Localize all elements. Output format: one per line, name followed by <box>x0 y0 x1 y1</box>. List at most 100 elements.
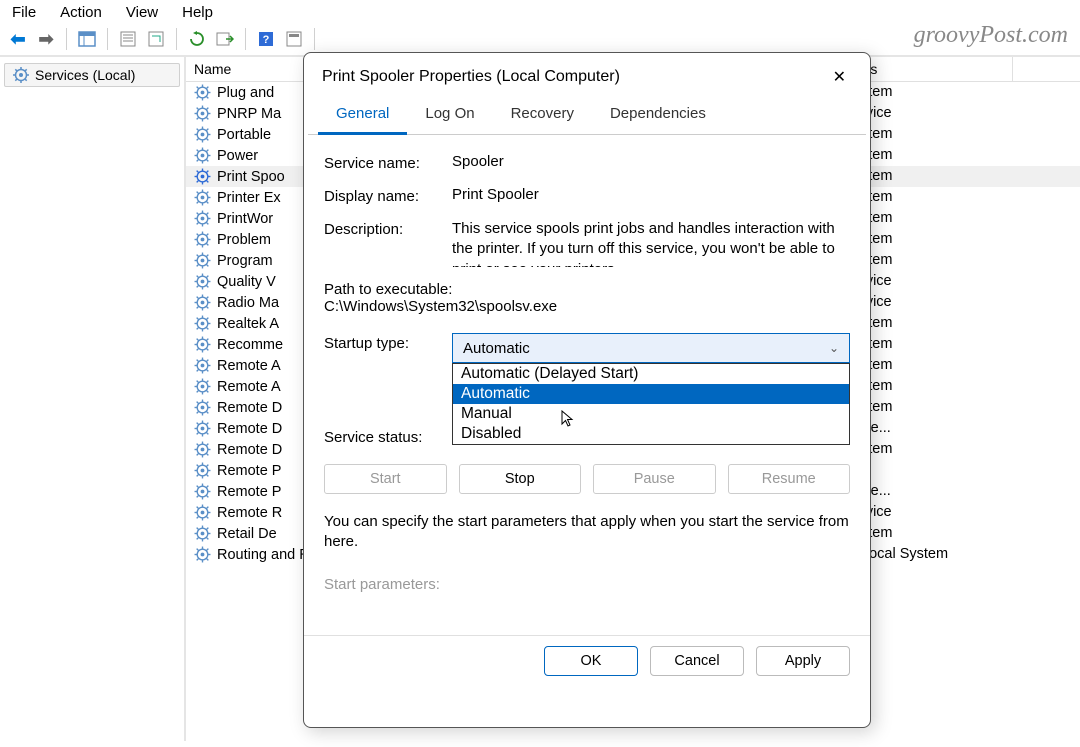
service-logon-cell: Local System <box>853 545 1013 564</box>
service-logon-cell: rvice <box>853 503 1013 522</box>
service-logon-cell: Se... <box>853 419 1013 438</box>
refresh-icon <box>188 31 206 47</box>
service-name-cell: PNRP Ma <box>217 106 281 122</box>
refresh-button[interactable] <box>185 27 209 51</box>
stop-button[interactable]: Stop <box>459 464 582 494</box>
export-icon <box>147 31 165 47</box>
forward-button[interactable]: ➡ <box>34 27 58 51</box>
start-params-hint: You can specify the start parameters tha… <box>324 512 850 553</box>
service-logon-cell: stem <box>853 377 1013 396</box>
ok-button[interactable]: OK <box>544 646 638 676</box>
dialog-title: Print Spooler Properties (Local Computer… <box>322 68 620 86</box>
arrow-left-icon: ⬅ <box>10 29 25 50</box>
list-export-icon <box>216 31 234 47</box>
label-startup-type: Startup type: <box>324 333 452 363</box>
cancel-button[interactable]: Cancel <box>650 646 744 676</box>
option-automatic[interactable]: Automatic <box>453 384 849 404</box>
startup-type-dropdown: Automatic (Delayed Start) Automatic Manu… <box>452 363 850 445</box>
option-delayed[interactable]: Automatic (Delayed Start) <box>453 364 849 384</box>
service-logon-cell: stem <box>853 440 1013 459</box>
export-button[interactable] <box>144 27 168 51</box>
svg-text:?: ? <box>263 34 270 46</box>
service-logon-cell <box>853 461 1013 480</box>
service-logon-cell: stem <box>853 167 1013 186</box>
dialog-titlebar: Print Spooler Properties (Local Computer… <box>304 53 870 97</box>
service-name-cell: Remote A <box>217 379 281 395</box>
service-logon-cell: stem <box>853 125 1013 144</box>
sheet-icon <box>119 31 137 47</box>
menu-help[interactable]: Help <box>182 4 213 21</box>
value-service-name: Spooler <box>452 153 850 172</box>
startup-type-select[interactable]: Automatic ⌄ <box>452 333 850 363</box>
label-service-status: Service status: <box>324 427 452 446</box>
service-name-cell: Portable <box>217 127 271 143</box>
watermark-text: groovyPost.com <box>914 22 1068 49</box>
service-name-cell: Remote D <box>217 421 282 437</box>
chevron-down-icon: ⌄ <box>829 341 839 355</box>
service-logon-cell: stem <box>853 335 1013 354</box>
properties-button[interactable] <box>116 27 140 51</box>
help-button[interactable]: ? <box>254 27 278 51</box>
service-logon-cell: stem <box>853 146 1013 165</box>
tab-dependencies[interactable]: Dependencies <box>592 97 724 134</box>
arrow-right-icon: ➡ <box>38 29 53 50</box>
service-logon-cell: rvice <box>853 293 1013 312</box>
service-logon-cell: stem <box>853 251 1013 270</box>
label-start-params: Start parameters: <box>324 574 464 593</box>
service-name-cell: Remote P <box>217 484 281 500</box>
export-list-button[interactable] <box>213 27 237 51</box>
dialog-tabs: General Log On Recovery Dependencies <box>308 97 866 135</box>
label-display-name: Display name: <box>324 186 452 205</box>
service-name-cell: Printer Ex <box>217 190 281 206</box>
service-logon-cell: rvice <box>853 104 1013 123</box>
col-logon[interactable]: As <box>853 57 1013 81</box>
menu-action[interactable]: Action <box>60 4 102 21</box>
service-name-cell: Program <box>217 253 273 269</box>
service-name-cell: Plug and <box>217 85 274 101</box>
service-logon-cell: Se... <box>853 482 1013 501</box>
menu-view[interactable]: View <box>126 4 158 21</box>
tree-root-label: Services (Local) <box>35 67 135 83</box>
gear-icon <box>13 67 29 83</box>
service-logon-cell: stem <box>853 83 1013 102</box>
option-manual[interactable]: Manual <box>453 404 849 424</box>
label-description: Description: <box>324 219 452 267</box>
service-logon-cell: stem <box>853 524 1013 543</box>
pause-button[interactable]: Pause <box>593 464 716 494</box>
value-description: This service spools print jobs and handl… <box>452 219 850 267</box>
service-logon-cell: stem <box>853 230 1013 249</box>
service-logon-cell: stem <box>853 209 1013 228</box>
service-name-cell: Retail De <box>217 526 277 542</box>
label-path: Path to executable: <box>324 281 850 298</box>
help-icon: ? <box>257 31 275 47</box>
service-logon-cell: rvice <box>853 272 1013 291</box>
service-name-cell: Remote D <box>217 400 282 416</box>
panel-icon <box>78 31 96 47</box>
tree-root-services[interactable]: Services (Local) <box>4 63 180 87</box>
properties-sheet-button[interactable] <box>282 27 306 51</box>
menu-file[interactable]: File <box>12 4 36 21</box>
tree-pane: Services (Local) <box>0 57 186 741</box>
show-hide-tree-button[interactable] <box>75 27 99 51</box>
value-display-name: Print Spooler <box>452 186 850 205</box>
resume-button[interactable]: Resume <box>728 464 851 494</box>
service-name-cell: PrintWor <box>217 211 273 227</box>
apply-button[interactable]: Apply <box>756 646 850 676</box>
service-logon-cell: stem <box>853 188 1013 207</box>
service-logon-cell: stem <box>853 356 1013 375</box>
service-name-cell: Remote A <box>217 358 281 374</box>
service-logon-cell: stem <box>853 314 1013 333</box>
service-name-cell: Remote D <box>217 442 282 458</box>
tab-general[interactable]: General <box>318 97 407 135</box>
start-button[interactable]: Start <box>324 464 447 494</box>
service-name-cell: Power <box>217 148 258 164</box>
tab-recovery[interactable]: Recovery <box>493 97 592 134</box>
dialog-body: Service name: Spooler Display name: Prin… <box>304 135 870 635</box>
start-params-input <box>464 571 850 597</box>
label-service-name: Service name: <box>324 153 452 172</box>
tab-logon[interactable]: Log On <box>407 97 492 134</box>
service-name-cell: Recomme <box>217 337 283 353</box>
option-disabled[interactable]: Disabled <box>453 424 849 444</box>
back-button[interactable]: ⬅ <box>6 27 30 51</box>
close-button[interactable]: ✕ <box>823 63 856 91</box>
